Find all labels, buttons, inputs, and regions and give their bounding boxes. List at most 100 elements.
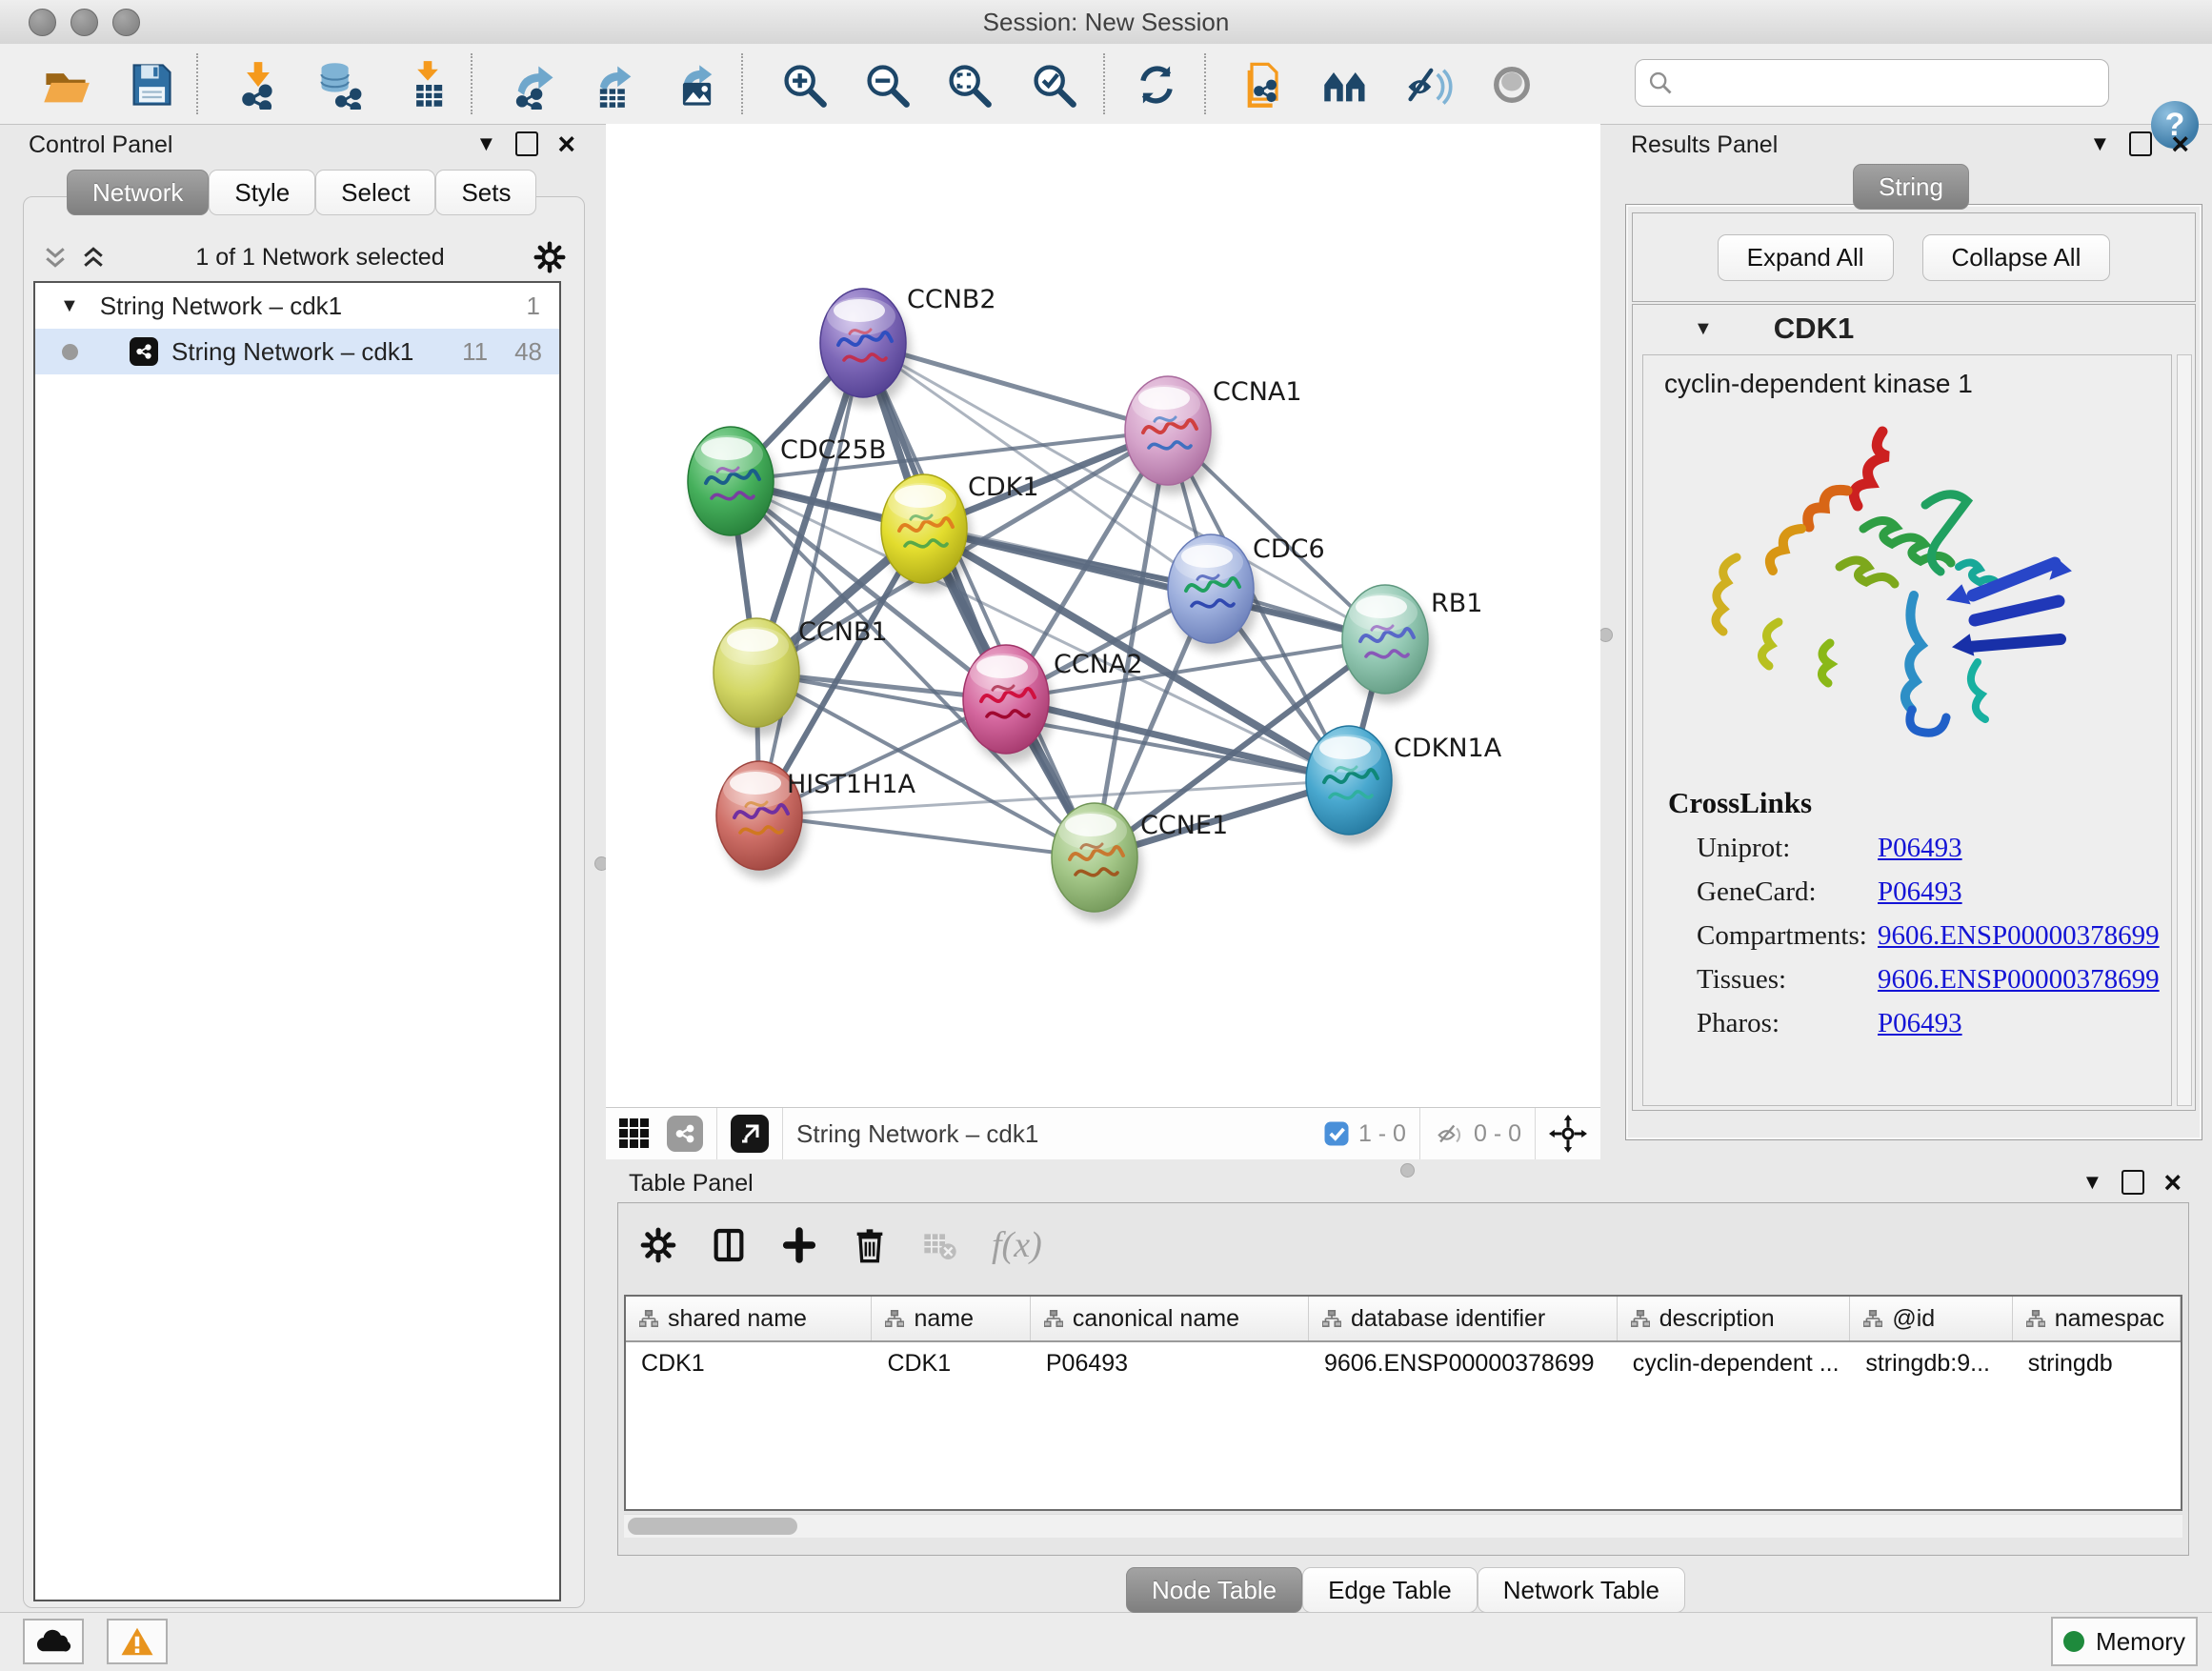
tree-expander-icon[interactable]: ▼: [60, 295, 79, 317]
hidden-eye-icon[interactable]: [1434, 1117, 1466, 1150]
warning-button[interactable]: [107, 1619, 168, 1664]
open-in-window-icon[interactable]: [731, 1115, 769, 1153]
table-hscrollbar-thumb[interactable]: [628, 1518, 797, 1535]
refresh-view-icon[interactable]: [1129, 57, 1184, 112]
node-CCNB1[interactable]: [714, 618, 804, 736]
panel-close-icon[interactable]: ×: [2163, 1173, 2182, 1192]
column-header-namespac[interactable]: namespac: [2013, 1297, 2181, 1340]
edge-CCNB2-HIST1H1A[interactable]: [759, 343, 863, 815]
right-splitter-handle[interactable]: [1599, 628, 1613, 642]
export-image-icon[interactable]: [669, 57, 724, 112]
zoom-fit-icon[interactable]: [941, 57, 996, 112]
results-scrollbar[interactable]: [2177, 354, 2192, 1106]
table-cell[interactable]: stringdb:9...: [1850, 1342, 2012, 1384]
crosslink-link[interactable]: 9606.ENSP00000378699: [1878, 964, 2160, 996]
selected-checkbox-icon[interactable]: [1322, 1119, 1351, 1148]
zoom-selected-icon[interactable]: [1026, 57, 1081, 112]
table-row[interactable]: CDK1CDK1P064939606.ENSP00000378699cyclin…: [626, 1342, 2181, 1384]
network-type-icon: [130, 337, 158, 366]
table-hscrollbar[interactable]: [624, 1514, 2182, 1538]
edge-HIST1H1A-CCNE1[interactable]: [759, 815, 1095, 857]
column-header-description[interactable]: description: [1618, 1297, 1851, 1340]
panel-float-icon[interactable]: [2129, 131, 2152, 156]
panel-float-icon[interactable]: [2122, 1170, 2144, 1195]
panel-close-icon[interactable]: ×: [557, 134, 575, 153]
network-canvas[interactable]: CCNB2CCNA1CDC25BCDK1CDC6RB1CCNB1CCNA2CDK…: [606, 124, 1600, 1108]
tab-network-table[interactable]: Network Table: [1478, 1567, 1685, 1613]
expand-all-button[interactable]: Expand All: [1718, 234, 1894, 281]
collapse-tree-icon[interactable]: [79, 243, 108, 272]
delete-column-icon[interactable]: [851, 1226, 889, 1264]
panel-close-icon[interactable]: ×: [2171, 134, 2189, 153]
tab-string[interactable]: String: [1853, 164, 1969, 210]
grid-view-icon[interactable]: [617, 1117, 652, 1151]
tab-style[interactable]: Style: [209, 170, 315, 215]
show-all-icon[interactable]: [1484, 57, 1539, 112]
first-neighbors-icon[interactable]: [1318, 57, 1374, 112]
open-session-icon[interactable]: [38, 57, 93, 112]
expand-tree-icon[interactable]: [41, 243, 70, 272]
share-icon[interactable]: [667, 1116, 703, 1152]
node-table: shared namenamecanonical namedatabase id…: [624, 1295, 2182, 1511]
node-CCNE1[interactable]: [1052, 803, 1142, 921]
table-cell[interactable]: stringdb: [2013, 1342, 2181, 1384]
crosslink-link[interactable]: P06493: [1878, 876, 1962, 908]
gear-icon[interactable]: [533, 240, 567, 274]
import-network-database-icon[interactable]: [312, 57, 368, 112]
new-network-from-selection-icon[interactable]: [1237, 57, 1292, 112]
node-CDKN1A[interactable]: [1306, 726, 1397, 844]
node-label-CCNA2: CCNA2: [1054, 650, 1143, 679]
export-table-icon[interactable]: [587, 57, 642, 112]
network-row-selected[interactable]: String Network – cdk1 11 48: [35, 329, 559, 374]
tab-sets[interactable]: Sets: [435, 170, 536, 215]
tab-edge-table[interactable]: Edge Table: [1302, 1567, 1478, 1613]
search-input[interactable]: [1674, 69, 2078, 97]
import-table-file-icon[interactable]: [400, 57, 455, 112]
crosslinks-list: Uniprot:P06493GeneCard:P06493Compartment…: [1697, 826, 2171, 1045]
node-CDC6[interactable]: [1168, 534, 1258, 653]
crosslink-link[interactable]: 9606.ENSP00000378699: [1878, 920, 2160, 952]
birdseye-icon[interactable]: [1549, 1115, 1587, 1153]
column-header-shared-name[interactable]: shared name: [626, 1297, 872, 1340]
toolbar-separator: [741, 53, 743, 114]
zoom-in-icon[interactable]: [776, 57, 832, 112]
panel-menu-icon[interactable]: ▼: [2082, 1170, 2103, 1195]
add-column-icon[interactable]: [780, 1226, 818, 1264]
table-cell[interactable]: CDK1: [626, 1342, 872, 1384]
save-session-icon[interactable]: [124, 57, 179, 112]
hide-selected-icon[interactable]: [1400, 57, 1456, 112]
crosslink-label: Pharos:: [1697, 1008, 1878, 1039]
node-CCNB2[interactable]: [820, 289, 911, 407]
node-CCNA2[interactable]: [963, 645, 1054, 763]
import-network-file-icon[interactable]: [231, 57, 286, 112]
panel-menu-icon[interactable]: ▼: [476, 131, 497, 156]
cloud-button[interactable]: [23, 1619, 84, 1664]
column-header--id[interactable]: @id: [1850, 1297, 2012, 1340]
memory-button[interactable]: Memory: [2051, 1617, 2198, 1666]
node-label-CDC6: CDC6: [1253, 534, 1325, 564]
column-header-name[interactable]: name: [872, 1297, 1030, 1340]
network-collection-row[interactable]: ▼ String Network – cdk1 1: [35, 283, 559, 329]
column-header-canonical-name[interactable]: canonical name: [1031, 1297, 1309, 1340]
table-cell[interactable]: P06493: [1031, 1342, 1309, 1384]
table-cell[interactable]: CDK1: [872, 1342, 1030, 1384]
crosslink-link[interactable]: P06493: [1878, 1008, 1962, 1039]
panel-float-icon[interactable]: [515, 131, 538, 156]
export-network-icon[interactable]: [507, 57, 562, 112]
tab-select[interactable]: Select: [315, 170, 435, 215]
node-RB1[interactable]: [1342, 585, 1433, 703]
tab-network[interactable]: Network: [67, 170, 209, 215]
crosslink-link[interactable]: P06493: [1878, 833, 1962, 864]
collapse-all-button[interactable]: Collapse All: [1922, 234, 2111, 281]
gear-icon[interactable]: [639, 1226, 677, 1264]
protein-expander-icon[interactable]: ▼: [1694, 318, 1713, 340]
panel-menu-icon[interactable]: ▼: [2090, 131, 2111, 156]
show-columns-icon[interactable]: [710, 1226, 748, 1264]
zoom-out-icon[interactable]: [859, 57, 915, 112]
crosslink-label: Uniprot:: [1697, 833, 1878, 864]
table-cell[interactable]: cyclin-dependent ...: [1618, 1342, 1851, 1384]
table-cell[interactable]: 9606.ENSP00000378699: [1309, 1342, 1618, 1384]
node-label-CCNB2: CCNB2: [907, 285, 996, 314]
tab-node-table[interactable]: Node Table: [1126, 1567, 1302, 1613]
column-header-database-identifier[interactable]: database identifier: [1309, 1297, 1618, 1340]
